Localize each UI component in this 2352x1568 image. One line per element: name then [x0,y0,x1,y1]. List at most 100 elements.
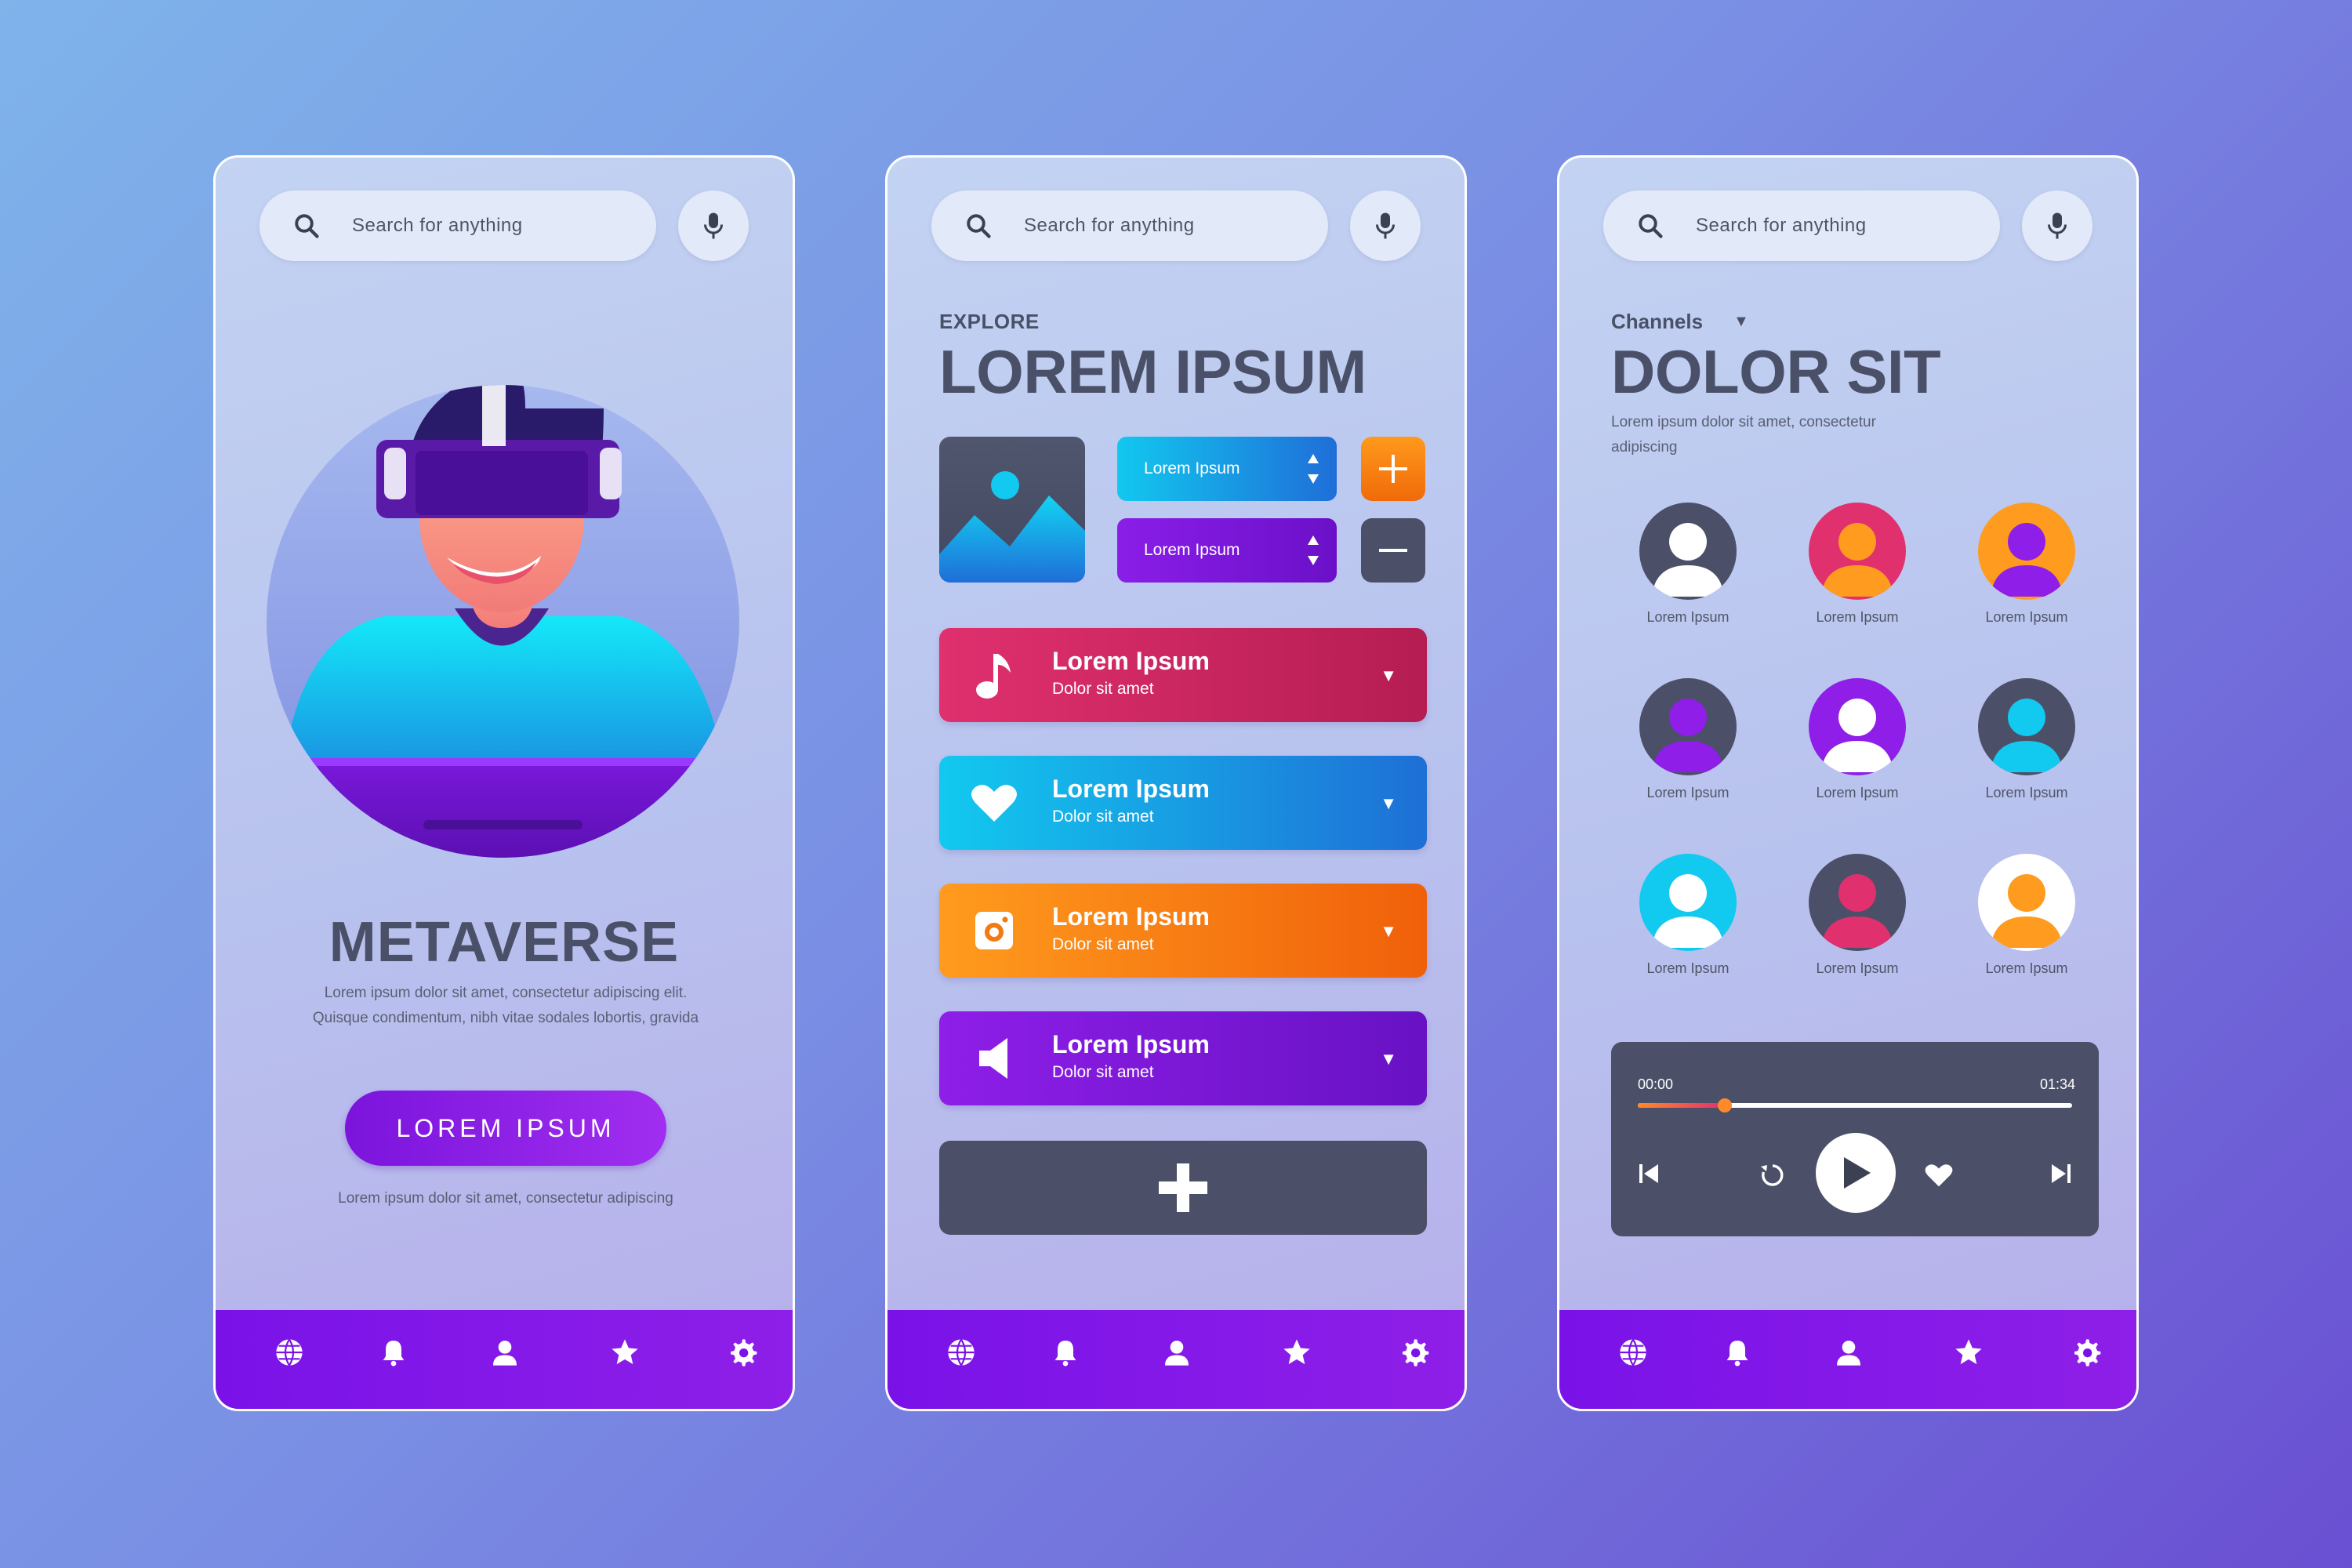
primary-button[interactable]: LOREM IPSUM [345,1091,666,1166]
avatar-icon [1639,678,1737,775]
camera-icon [971,907,1018,954]
avatar-icon [1639,503,1737,600]
search-placeholder: Search for anything [352,215,523,236]
microphone-icon [2048,212,2067,239]
avatar-label: Lorem Ipsum [1816,785,1899,800]
star-icon[interactable] [1951,1335,1986,1370]
avatar-label: Lorem Ipsum [1646,609,1730,625]
progress-track[interactable] [1638,1098,2072,1112]
channel-avatar[interactable]: Lorem Ipsum [1629,678,1747,811]
mic-button[interactable] [2022,191,2092,261]
avatar-label: Lorem Ipsum [1646,785,1730,800]
skip-forward-icon[interactable] [2047,1160,2075,1188]
play-button[interactable] [1816,1133,1896,1213]
chevron-down-icon[interactable]: ▼ [1380,1049,1397,1069]
channel-avatar[interactable]: Lorem Ipsum [1968,503,2085,636]
bell-icon[interactable] [376,1335,411,1370]
channel-avatar[interactable]: Lorem Ipsum [1629,854,1747,987]
gear-icon[interactable] [2069,1335,2103,1370]
avatar-icon [1809,854,1906,951]
globe-icon[interactable] [944,1335,978,1370]
search-bar[interactable]: Search for anything [260,191,656,261]
globe-icon[interactable] [272,1335,307,1370]
skip-back-icon[interactable] [1635,1160,1663,1188]
up-down-arrows-icon[interactable] [1305,531,1321,570]
vr-avatar-illustration [267,385,739,858]
current-time: 00:00 [1638,1076,1674,1092]
dropdown-card-music[interactable]: Lorem Ipsum Dolor sit amet ▼ [939,628,1427,722]
channel-avatar[interactable]: Lorem Ipsum [1968,854,2085,987]
footnote-text: Lorem ipsum dolor sit amet, consectetur … [338,1190,673,1207]
avatar-label: Lorem Ipsum [1816,609,1899,625]
bottom-nav [887,1310,1465,1409]
increment-button[interactable] [1361,437,1425,501]
channels-screen: Search for anything Channels ▼ DOLOR SIT… [1557,155,2139,1411]
user-icon[interactable] [1160,1335,1194,1370]
bell-icon[interactable] [1048,1335,1083,1370]
spinner-field[interactable]: Lorem Ipsum [1117,437,1337,501]
add-button[interactable] [939,1141,1427,1235]
total-time: 01:34 [2039,1076,2075,1092]
search-placeholder: Search for anything [1024,215,1195,236]
channel-avatar[interactable]: Lorem Ipsum [1798,678,1916,811]
gear-icon[interactable] [1397,1335,1432,1370]
chevron-down-icon[interactable]: ▼ [1380,921,1397,942]
bottom-nav [216,1310,793,1409]
avatar-label: Lorem Ipsum [1985,609,2068,625]
dropdown-card-camera[interactable]: Lorem Ipsum Dolor sit amet ▼ [939,884,1427,978]
page-title: METAVERSE [328,911,680,974]
channel-avatar[interactable]: Lorem Ipsum [1798,503,1916,636]
gear-icon[interactable] [725,1335,760,1370]
channel-avatar[interactable]: Lorem Ipsum [1629,503,1747,636]
star-icon[interactable] [608,1335,642,1370]
section-eyebrow: EXPLORE [939,310,1040,333]
description-text: Lorem ipsum dolor sit amet, consectetur … [1611,414,1876,456]
search-icon [1639,214,1663,238]
mic-button[interactable] [1350,191,1421,261]
chevron-down-icon[interactable]: ▼ [1380,666,1397,686]
microphone-icon [1376,212,1395,239]
progress-fill [1638,1103,1725,1108]
channel-avatar[interactable]: Lorem Ipsum [1798,854,1916,987]
dropdown-card-favorites[interactable]: Lorem Ipsum Dolor sit amet ▼ [939,756,1427,850]
globe-icon[interactable] [1616,1335,1650,1370]
star-icon[interactable] [1279,1335,1314,1370]
avatar-label: Lorem Ipsum [1646,960,1730,976]
search-placeholder: Search for anything [1696,215,1867,236]
channel-avatar[interactable]: Lorem Ipsum [1968,678,2085,811]
user-icon[interactable] [1831,1335,1866,1370]
minus-icon [1379,549,1407,552]
replay-icon[interactable] [1757,1160,1788,1191]
avatar-icon [1978,503,2075,600]
spinner-field[interactable]: Lorem Ipsum [1117,518,1337,583]
up-down-arrows-icon[interactable] [1305,449,1321,488]
progress-handle[interactable] [1717,1098,1732,1112]
mic-button[interactable] [678,191,749,261]
heart-icon[interactable] [1923,1160,1955,1191]
avatar-icon [1978,678,2075,775]
user-icon[interactable] [488,1335,522,1370]
avatar-icon [1639,854,1737,951]
chevron-down-icon[interactable]: ▼ [1380,793,1397,814]
bottom-nav [1559,1310,2136,1409]
bell-icon[interactable] [1720,1335,1755,1370]
dropdown-card-audio[interactable]: Lorem Ipsum Dolor sit amet ▼ [939,1011,1427,1105]
caret-down-icon[interactable]: ▼ [1733,313,1749,331]
decrement-button[interactable] [1361,518,1425,583]
plus-icon [1159,1163,1207,1212]
music-note-icon [971,652,1018,699]
description-text: Lorem ipsum dolor sit amet, consectetur … [312,985,699,1026]
avatar-icon [1809,503,1906,600]
avatar-label: Lorem Ipsum [1816,960,1899,976]
search-icon [295,214,319,238]
page-title: LOREM IPSUM [939,337,1367,406]
heart-icon [971,779,1018,826]
avatar-label: Lorem Ipsum [1985,785,2068,800]
metaverse-screen: Search for anything METAVERSE Lorem ipsu… [213,155,795,1411]
search-bar[interactable]: Search for anything [931,191,1328,261]
search-bar[interactable]: Search for anything [1603,191,2000,261]
channels-dropdown-label[interactable]: Channels [1611,310,1703,334]
image-placeholder-icon[interactable] [939,437,1085,583]
avatar-label: Lorem Ipsum [1985,960,2068,976]
avatar-icon [1809,678,1906,775]
